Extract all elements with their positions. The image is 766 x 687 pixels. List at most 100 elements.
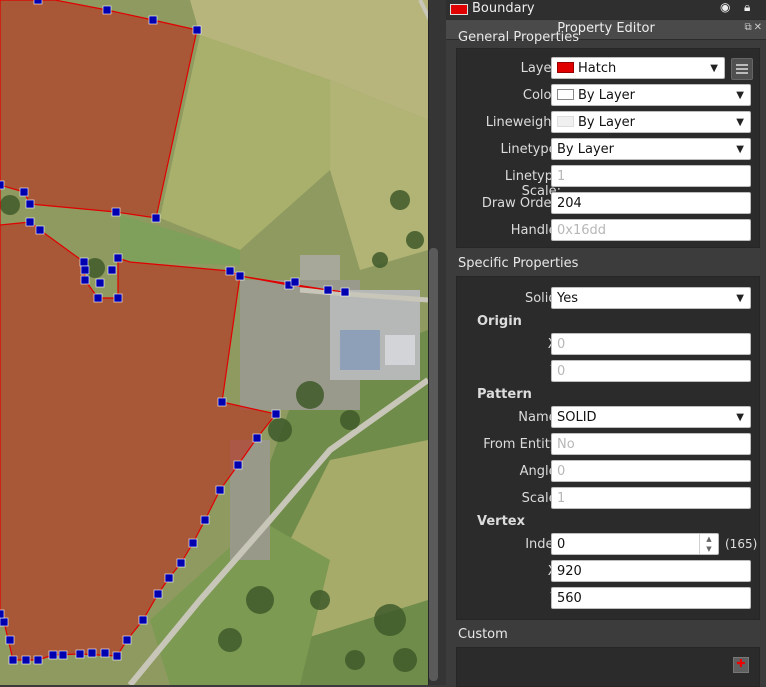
layer-manager-button[interactable] <box>731 58 753 80</box>
vertex-index-spinbox[interactable]: 0 ▲ ▼ <box>551 533 719 555</box>
vertex-grip[interactable] <box>122 635 132 645</box>
vertex-grip[interactable] <box>225 266 235 276</box>
vertex-grip[interactable] <box>290 277 300 287</box>
handle-field[interactable]: 0x16dd <box>551 219 751 241</box>
vertex-grip[interactable] <box>323 285 333 295</box>
vertex-grip[interactable] <box>113 253 123 263</box>
eye-icon[interactable]: ◉ <box>720 0 730 14</box>
vertex-x-field[interactable]: 920 <box>551 560 751 582</box>
vertex-grip[interactable] <box>235 271 245 281</box>
vertex-grip[interactable] <box>215 485 225 495</box>
scrollbar-thumb[interactable] <box>429 248 438 681</box>
from-entity-label: From Entity: <box>483 437 561 452</box>
vertex-grip[interactable] <box>35 225 45 235</box>
pattern-name-value: SOLID <box>557 410 597 425</box>
linetype-select[interactable]: By Layer ▼ <box>551 138 751 160</box>
vertex-grip[interactable] <box>138 615 148 625</box>
vertex-grip[interactable] <box>33 0 43 5</box>
vertex-grip[interactable] <box>8 655 18 665</box>
vertex-grip[interactable] <box>33 655 43 665</box>
vertex-grip[interactable] <box>148 15 158 25</box>
vertex-grip[interactable] <box>0 180 5 190</box>
linetype-label: Linetype: <box>500 142 561 157</box>
vertex-grip[interactable] <box>217 397 227 407</box>
vertex-grip[interactable] <box>87 648 97 658</box>
vertex-grip[interactable] <box>93 293 103 303</box>
property-editor-dock: Boundary ◉ 🔒︎ Property Editor ⧉✕ General… <box>446 0 766 687</box>
pattern-name-select[interactable]: SOLID ▼ <box>551 406 751 428</box>
general-properties-title: General Properties <box>458 30 580 45</box>
vertex-index-label: Index <box>525 537 561 552</box>
layer-select[interactable]: Hatch ▼ <box>551 57 725 79</box>
vertex-grip[interactable] <box>153 589 163 599</box>
draw-order-label: Draw Order: <box>481 196 561 211</box>
vertex-grip[interactable] <box>25 217 35 227</box>
angle-field[interactable]: 0 <box>551 460 751 482</box>
color-swatch <box>557 89 574 100</box>
float-icon[interactable]: ⧉ <box>744 22 753 33</box>
vertex-grip[interactable] <box>192 25 202 35</box>
drawing-canvas[interactable] <box>0 0 428 685</box>
lineweight-select[interactable]: By Layer ▼ <box>551 111 751 133</box>
origin-y-field[interactable]: 0 <box>551 360 751 382</box>
vertex-grip[interactable] <box>0 609 5 619</box>
vertex-grip[interactable] <box>75 649 85 659</box>
vertex-grip[interactable] <box>95 278 105 288</box>
origin-y-label: Y: <box>467 364 561 379</box>
origin-x-field[interactable]: 0 <box>551 333 751 355</box>
close-icon[interactable]: ✕ <box>754 22 764 33</box>
from-entity-field[interactable]: No <box>551 433 751 455</box>
scale-field[interactable]: 1 <box>551 487 751 509</box>
vertex-grip[interactable] <box>252 433 262 443</box>
vertex-grip[interactable] <box>80 265 90 275</box>
vertex-grip[interactable] <box>111 207 121 217</box>
vertex-grip[interactable] <box>19 187 29 197</box>
layer-list-row[interactable]: Boundary ◉ 🔒︎ <box>446 0 766 19</box>
layer-color-swatch <box>450 4 468 15</box>
color-value: By Layer <box>578 88 635 103</box>
vertex-grip[interactable] <box>80 275 90 285</box>
vertex-y-field[interactable]: 560 <box>551 587 751 609</box>
draw-order-field[interactable]: 204 <box>551 192 751 214</box>
vertex-grip[interactable] <box>48 650 58 660</box>
aerial-map[interactable] <box>0 0 428 685</box>
vertex-x-label: X: <box>467 564 561 579</box>
vertex-grip[interactable] <box>112 651 122 661</box>
chevron-down-icon: ▼ <box>736 412 744 423</box>
chevron-down-icon: ▼ <box>736 293 744 304</box>
vertex-grip[interactable] <box>176 558 186 568</box>
vertex-index-value: 0 <box>557 537 566 552</box>
pattern-title: Pattern <box>477 387 532 402</box>
layer-swatch <box>557 62 574 73</box>
layer-value: Hatch <box>578 61 617 76</box>
add-icon[interactable]: ✚ <box>733 657 749 673</box>
origin-title: Origin <box>477 314 522 329</box>
lock-icon[interactable]: 🔒︎ <box>744 0 750 15</box>
linetype-value: By Layer <box>557 142 614 157</box>
vertex-grip[interactable] <box>233 460 243 470</box>
vertex-grip[interactable] <box>58 650 68 660</box>
vertex-grip[interactable] <box>0 617 9 627</box>
vertex-grip[interactable] <box>102 5 112 15</box>
vertex-grip[interactable] <box>25 199 35 209</box>
vertex-grip[interactable] <box>200 515 210 525</box>
vertex-grip[interactable] <box>113 293 123 303</box>
vertex-grip[interactable] <box>151 213 161 223</box>
vertex-grip[interactable] <box>340 287 350 297</box>
vertex-grip[interactable] <box>5 635 15 645</box>
solid-select[interactable]: Yes ▼ <box>551 287 751 309</box>
vertex-grip[interactable] <box>100 648 110 658</box>
vertex-grip[interactable] <box>21 655 31 665</box>
vertex-grip[interactable] <box>188 538 198 548</box>
pattern-name-label: Name: <box>518 410 561 425</box>
color-label: Color: <box>522 88 561 103</box>
color-select[interactable]: By Layer ▼ <box>551 84 751 106</box>
vertex-grip[interactable] <box>107 265 117 275</box>
layer-label: Layer: <box>520 61 561 76</box>
spin-arrows-icon[interactable]: ▲ ▼ <box>699 534 718 554</box>
vertex-grip[interactable] <box>164 573 174 583</box>
linetype-scale-field[interactable]: 1 <box>551 165 751 187</box>
vertex-grip[interactable] <box>79 257 89 267</box>
specific-properties-title: Specific Properties <box>458 256 579 271</box>
vertex-grip[interactable] <box>271 409 281 419</box>
